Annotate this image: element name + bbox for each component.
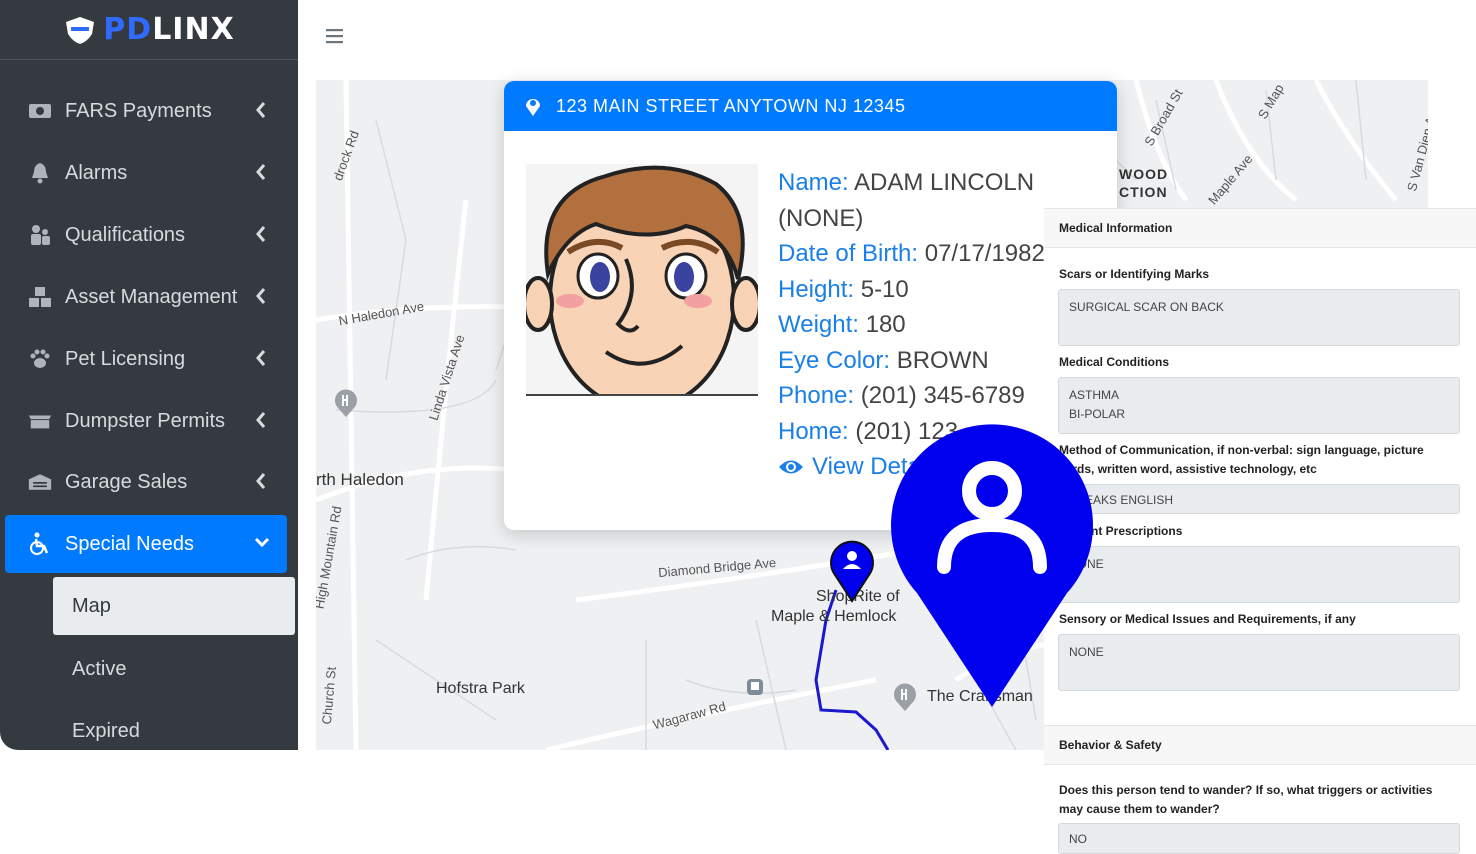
name-value: ADAM LINCOLN (854, 169, 1035, 196)
map-place-label: Maple & Hemlock (771, 608, 897, 625)
name-label: Name: (778, 169, 849, 196)
sidebar-item-label: Special Needs (65, 532, 194, 555)
sidebar-item-qualifications[interactable]: Qualifications (0, 206, 298, 264)
behavior-safety-header: Behavior & Safety (1044, 725, 1476, 765)
dob-label: Date of Birth: (778, 240, 919, 267)
sidebar-subitem-label: Expired (72, 719, 140, 742)
person-alias: (NONE) (778, 205, 864, 232)
sidebar-item-label: Dumpster Permits (65, 409, 226, 432)
medical-info-panel: Medical Information Scars or Identifying… (1044, 208, 1476, 854)
card-header: 123 MAIN STREET ANYTOWN NJ 12345 (504, 81, 1117, 131)
map-place-label: Hofstra Park (436, 680, 525, 697)
sidebar-subitem-active[interactable]: Active (53, 640, 295, 698)
dumpster-icon (28, 409, 52, 433)
sidebar-subitem-label: Map (72, 594, 111, 617)
person-dob: Date of Birth: 07/17/1982 (778, 240, 1045, 268)
sensory-field[interactable]: NONE (1058, 634, 1460, 691)
sidebar-item-alarms[interactable]: Alarms (0, 144, 298, 202)
person-location-pin-icon (891, 424, 1093, 707)
condition-value: BI-POLAR (1069, 407, 1126, 421)
sidebar-item-label: Pet Licensing (65, 347, 186, 370)
map-place-label: rth Haledon (316, 470, 404, 489)
person-avatar (526, 164, 758, 396)
sidebar-item-garage-sales[interactable]: Garage Sales (0, 453, 298, 511)
communication-label: Method of Communication, if non-verbal: … (1059, 443, 1424, 476)
wheelchair-icon (28, 532, 52, 556)
shield-badge-icon (66, 16, 95, 44)
eye-value: BROWN (896, 347, 989, 374)
conditions-field[interactable]: ASTHMA BI-POLAR (1058, 377, 1460, 434)
chevron-left-icon (256, 412, 266, 428)
sensory-label: Sensory or Medical Issues and Requiremen… (1059, 612, 1356, 626)
eye-icon (779, 460, 803, 474)
eye-label: Eye Color: (778, 347, 891, 374)
height-value: 5-10 (860, 276, 909, 303)
hamburger-menu-icon[interactable] (325, 27, 345, 45)
wander-field[interactable]: NO (1058, 823, 1460, 854)
boxes-icon (28, 285, 52, 309)
sidebar-subitem-label: Active (72, 657, 127, 680)
sidebar-subitem-map[interactable]: Map (53, 577, 295, 635)
sidebar-item-fars-payments[interactable]: FARS Payments (0, 82, 298, 140)
prescriptions-field[interactable]: NONE (1058, 546, 1460, 603)
chevron-left-icon (256, 102, 266, 118)
person-weight: Weight: 180 (778, 311, 906, 339)
top-navbar (298, 0, 1476, 80)
person-eye-color: Eye Color: BROWN (778, 347, 989, 375)
phone-value: (201) 345-6789 (860, 382, 1025, 409)
users-icon (28, 223, 52, 247)
scars-field[interactable]: SURGICAL SCAR ON BACK (1058, 289, 1460, 346)
weight-value: 180 (865, 311, 906, 338)
warehouse-icon (28, 470, 52, 494)
person-name: Name: ADAM LINCOLN (778, 169, 1034, 197)
map-location-pin-icon[interactable] (827, 537, 877, 603)
wander-label: Does this person tend to wander? If so, … (1059, 783, 1433, 816)
dob-value: 07/17/1982 (924, 240, 1045, 267)
map-marker-icon (526, 99, 540, 116)
chevron-down-icon (254, 537, 270, 548)
home-label: Home: (778, 418, 849, 445)
person-phone: Phone: (201) 345-6789 (778, 382, 1025, 410)
weight-label: Weight: (778, 311, 859, 338)
chevron-left-icon (256, 226, 266, 242)
medical-info-header: Medical Information (1044, 208, 1476, 248)
prescriptions-label: Current Prescriptions (1059, 524, 1183, 538)
sidebar-item-label: FARS Payments (65, 99, 212, 122)
transit-marker-icon[interactable] (746, 678, 764, 696)
sidebar-subitem-expired[interactable]: Expired (53, 702, 295, 750)
cartoon-face-illustration (526, 164, 758, 394)
sidebar-item-label: Qualifications (65, 223, 186, 246)
paw-icon (28, 347, 52, 371)
address-text: 123 MAIN STREET ANYTOWN NJ 12345 (556, 95, 906, 116)
chevron-left-icon (256, 288, 266, 304)
restaurant-marker-icon[interactable] (332, 388, 360, 418)
conditions-label: Medical Conditions (1059, 355, 1170, 369)
bell-icon (28, 161, 52, 185)
sidebar-item-special-needs[interactable]: Special Needs (5, 515, 287, 573)
chevron-left-icon (256, 350, 266, 366)
condition-value: ASTHMA (1069, 388, 1120, 402)
scars-label: Scars or Identifying Marks (1059, 267, 1210, 281)
chevron-left-icon (256, 164, 266, 180)
communication-field[interactable]: SPEAKS ENGLISH (1058, 484, 1460, 514)
sidebar-item-pet-licensing[interactable]: Pet Licensing (0, 330, 298, 388)
chevron-left-icon (256, 473, 266, 489)
person-height: Height: 5-10 (778, 276, 909, 304)
sidebar-item-asset-management[interactable]: Asset Management (0, 268, 298, 326)
sidebar-item-dumpster-permits[interactable]: Dumpster Permits (0, 392, 298, 450)
phone-label: Phone: (778, 382, 855, 409)
brand-linx: LINX (152, 12, 235, 47)
height-label: Height: (778, 276, 855, 303)
money-icon (28, 99, 52, 123)
sidebar-item-label: Alarms (65, 161, 128, 184)
sidebar-item-label: Asset Management (65, 285, 238, 308)
sidebar-item-label: Garage Sales (65, 470, 188, 493)
brand-logo[interactable]: PDLINX (0, 0, 298, 60)
map-place-label: WOOD (1119, 166, 1169, 182)
map-place-label: CTION (1119, 184, 1168, 200)
sidebar: PDLINX FARS Payments Alarms Qualificatio… (0, 0, 298, 750)
brand-pd: PD (103, 12, 153, 47)
